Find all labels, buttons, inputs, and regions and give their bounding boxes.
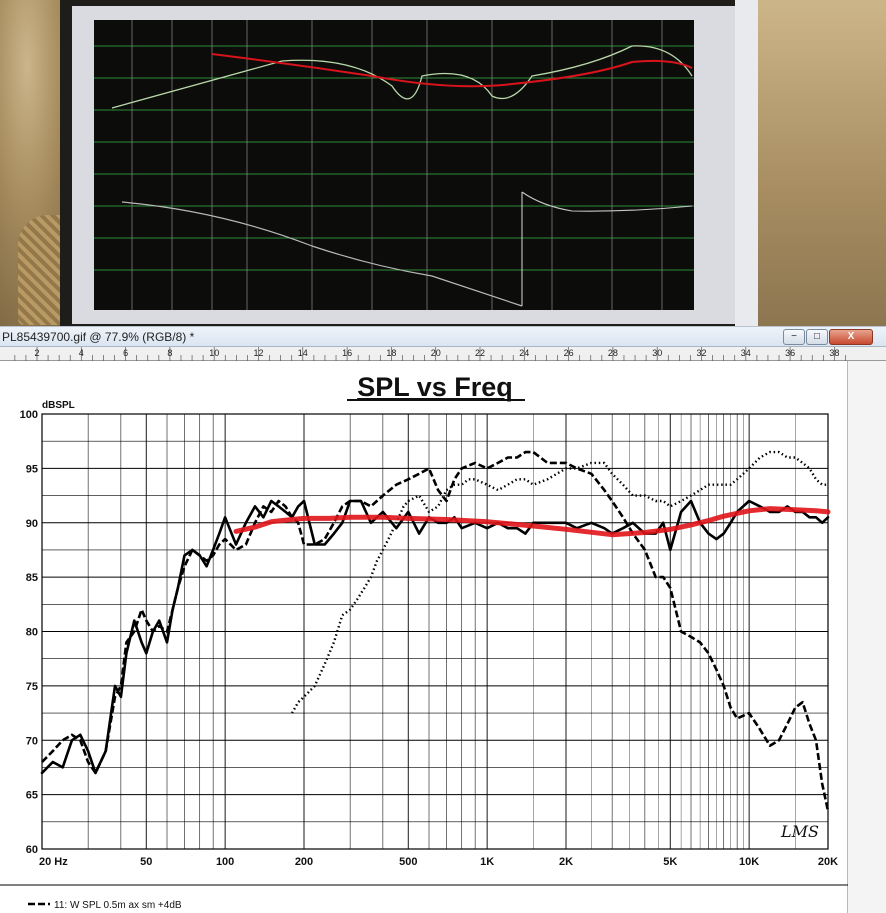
monitor-screen <box>72 6 748 324</box>
ruler-label: 34 <box>741 348 751 358</box>
ruler-label: 12 <box>253 348 263 358</box>
y-axis-label: dBSPL <box>42 400 75 411</box>
x-tick-label: 50 <box>140 856 152 868</box>
close-button[interactable]: X <box>829 329 873 345</box>
x-tick-label: 200 <box>295 856 313 868</box>
ruler-label: 30 <box>652 348 662 358</box>
ruler-ticks: 2 4 6 8 10 12 14 16 18 20 22 24 26 28 30 32 34 36 38 <box>14 347 846 361</box>
ruler-label: 8 <box>167 348 172 358</box>
ruler-label: 16 <box>342 348 352 358</box>
y-tick-label: 65 <box>26 790 38 802</box>
y-tick-label: 85 <box>26 572 38 584</box>
ruler-label: 2 <box>34 348 39 358</box>
ruler-label: 26 <box>564 348 574 358</box>
ruler-label: 6 <box>123 348 128 358</box>
image-editor-window: PL85439700.gif @ 77.9% (RGB/8) * − □ X 2… <box>0 326 886 913</box>
y-tick-label: 95 <box>26 463 38 475</box>
chart-title: SPL vs Freq <box>357 372 513 402</box>
monitor-photo <box>0 0 886 326</box>
x-tick-label: 20K <box>818 856 838 868</box>
minimize-button[interactable]: − <box>783 329 805 345</box>
x-tick-label: 1K <box>480 856 494 868</box>
maximize-button[interactable]: □ <box>806 329 828 345</box>
ruler-label: 36 <box>785 348 795 358</box>
ruler-label: 38 <box>829 348 839 358</box>
y-tick-label: 70 <box>26 735 38 747</box>
screen-graph <box>94 20 694 310</box>
x-tick-label: 10K <box>739 856 759 868</box>
x-tick-label: 100 <box>216 856 234 868</box>
y-tick-label: 90 <box>26 518 38 530</box>
document-title: PL85439700.gif @ 77.9% (RGB/8) * <box>2 330 195 344</box>
spl-chart: SPL vs Freq dBSPL 100 95 90 85 80 75 70 65 6020 Hz… <box>0 372 848 911</box>
ruler-label: 28 <box>608 348 618 358</box>
ruler-label: 22 <box>475 348 485 358</box>
y-tick-label: 75 <box>26 681 38 693</box>
legend-item-1: 11: W SPL 0.5m ax sm +4dB <box>54 900 182 911</box>
document-title-bar[interactable]: PL85439700.gif @ 77.9% (RGB/8) * − □ X <box>0 327 886 347</box>
x-tick-label: 5K <box>663 856 677 868</box>
ruler-label: 18 <box>386 348 396 358</box>
y-tick-label: 100 <box>20 409 38 421</box>
ruler-label: 14 <box>298 348 308 358</box>
y-tick-label: 80 <box>26 627 38 639</box>
ruler-label: 32 <box>696 348 706 358</box>
x-tick-label: 20 Hz <box>39 856 68 868</box>
photo-background-right <box>758 0 886 326</box>
ruler-label: 24 <box>519 348 529 358</box>
ruler-label: 20 <box>431 348 441 358</box>
x-tick-label: 500 <box>399 856 417 868</box>
lms-watermark: LMS <box>780 822 819 841</box>
x-tick-label: 2K <box>559 856 573 868</box>
ruler-label: 10 <box>209 348 219 358</box>
horizontal-ruler[interactable]: 2 4 6 8 10 12 14 16 18 20 22 24 26 28 30 32 34 36 38 <box>0 347 886 361</box>
ruler-label: 4 <box>79 348 84 358</box>
y-tick-label: 60 <box>26 844 38 856</box>
vertical-scrollbar[interactable] <box>848 361 886 913</box>
